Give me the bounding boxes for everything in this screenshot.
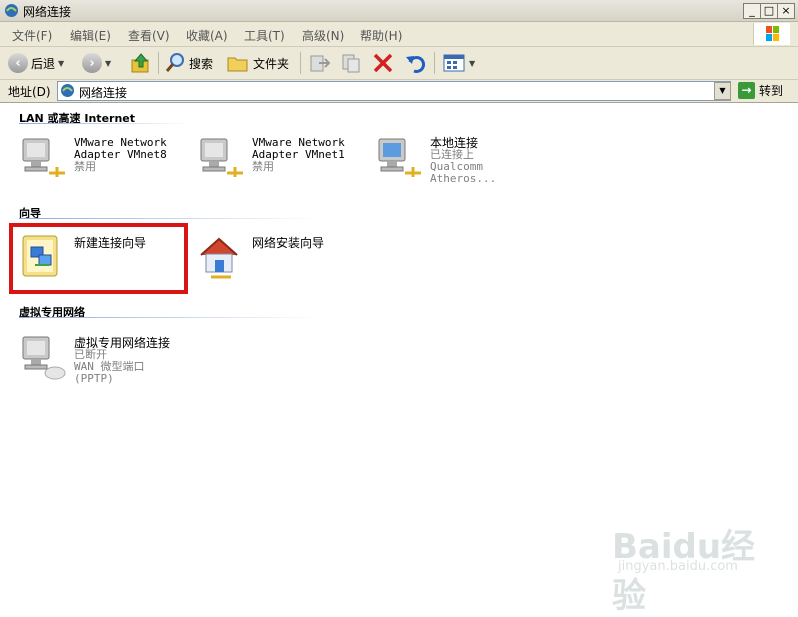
lan-connection-connected-icon (378, 138, 421, 177)
group-divider (19, 218, 319, 219)
network-setup-wizard[interactable]: 网络安装向导 (197, 233, 367, 283)
watermark-url: jingyan.baidu.com (618, 559, 738, 574)
undo-icon (406, 55, 426, 73)
toolbar-separator (158, 52, 159, 74)
address-dropdown-icon[interactable]: ▼ (714, 82, 731, 100)
delete-button[interactable] (372, 51, 394, 75)
wizard-name: 网络安装向导 (252, 236, 325, 250)
network-connections-icon (61, 84, 74, 97)
connection-item-vpn[interactable]: 虚拟专用网络连接 已断开 WAN 微型端口 (PPTP) (19, 333, 189, 385)
forward-arrow-icon: › (82, 53, 102, 73)
content-pane: LAN 或高速 Internet VMware Network Adapter … (0, 103, 798, 616)
group-divider (19, 317, 319, 318)
network-connections-window: 网络连接 _ □ × 文件(F) 编辑(E) 查看(V) 收藏(A) 工具(T)… (0, 0, 798, 616)
move-to-button[interactable] (308, 51, 332, 75)
connection-item-vmnet8[interactable]: VMware Network Adapter VMnet8 禁用 (19, 133, 189, 183)
back-label: 后退 (31, 56, 56, 71)
folders-label: 文件夹 (253, 56, 290, 71)
title-bar[interactable]: 网络连接 _ □ × (0, 0, 798, 22)
search-icon (165, 53, 184, 72)
lan-connection-disabled-icon (200, 138, 243, 177)
address-input[interactable]: 网络连接 ▼ (57, 81, 731, 101)
menu-advanced[interactable]: 高级(N) (302, 27, 344, 44)
up-folder-icon (131, 53, 149, 73)
connection-status: 禁用 (74, 160, 96, 173)
group-divider (19, 123, 189, 124)
menu-edit[interactable]: 编辑(E) (70, 27, 111, 44)
folder-icon (227, 57, 248, 72)
forward-button[interactable]: › ▼ (82, 51, 111, 75)
address-label: 地址(D) (8, 85, 51, 99)
up-button[interactable] (130, 51, 152, 75)
window-title: 网络连接 (23, 5, 72, 19)
go-label: 转到 (759, 84, 784, 98)
connection-item-local[interactable]: 本地连接 已连接上 Qualcomm Atheros... (375, 133, 545, 185)
address-value: 网络连接 (79, 86, 128, 100)
toolbar: ‹ 后退 ▼ › ▼ 搜索 文件夹 ▼ (0, 47, 798, 80)
menu-tools[interactable]: 工具(T) (244, 27, 285, 44)
back-dropdown-icon[interactable]: ▼ (58, 59, 64, 68)
menu-bar: 文件(F) 编辑(E) 查看(V) 收藏(A) 工具(T) 高级(N) 帮助(H… (0, 22, 798, 47)
go-arrow-icon: → (738, 82, 755, 99)
menu-help[interactable]: 帮助(H) (360, 27, 402, 44)
copy-to-icon (342, 54, 360, 73)
move-to-icon (310, 55, 331, 72)
undo-button[interactable] (404, 51, 428, 75)
connection-device: Qualcomm Atheros... (430, 160, 497, 185)
baidu-watermark: Baidu经验 jingyan.baidu.com (612, 509, 782, 616)
windows-logo (753, 23, 790, 45)
menu-favorites[interactable]: 收藏(A) (186, 27, 228, 44)
minimize-button[interactable]: _ (743, 3, 761, 19)
connection-device: WAN 微型端口 (PPTP) (74, 360, 145, 385)
menu-file[interactable]: 文件(F) (12, 27, 52, 44)
vpn-connection-icon (22, 336, 66, 380)
windows-flag-icon (766, 26, 779, 41)
views-button[interactable]: ▼ (442, 51, 475, 75)
back-arrow-icon: ‹ (8, 53, 28, 73)
maximize-button[interactable]: □ (760, 3, 778, 19)
lan-connection-disabled-icon (22, 138, 65, 177)
search-button[interactable]: 搜索 (164, 51, 213, 75)
delete-icon (373, 53, 393, 73)
back-button[interactable]: ‹ 后退 ▼ (8, 51, 64, 75)
folders-button[interactable]: 文件夹 (226, 51, 289, 75)
toolbar-separator (434, 52, 435, 74)
views-icon (443, 54, 465, 72)
toolbar-separator (300, 52, 301, 74)
menu-view[interactable]: 查看(V) (128, 27, 170, 44)
connection-item-vmnet1[interactable]: VMware Network Adapter VMnet1 禁用 (197, 133, 367, 183)
forward-dropdown-icon[interactable]: ▼ (105, 59, 111, 68)
house-network-icon (200, 237, 238, 279)
address-bar: 地址(D) 网络连接 ▼ → 转到 (0, 80, 798, 103)
highlight-box (9, 223, 188, 294)
copy-to-button[interactable] (340, 51, 364, 75)
close-button[interactable]: × (777, 3, 795, 19)
network-connections-icon (5, 4, 18, 17)
connection-status: 禁用 (252, 160, 274, 173)
go-button[interactable]: → 转到 (738, 82, 783, 99)
views-dropdown-icon[interactable]: ▼ (469, 59, 475, 68)
search-label: 搜索 (189, 56, 214, 71)
